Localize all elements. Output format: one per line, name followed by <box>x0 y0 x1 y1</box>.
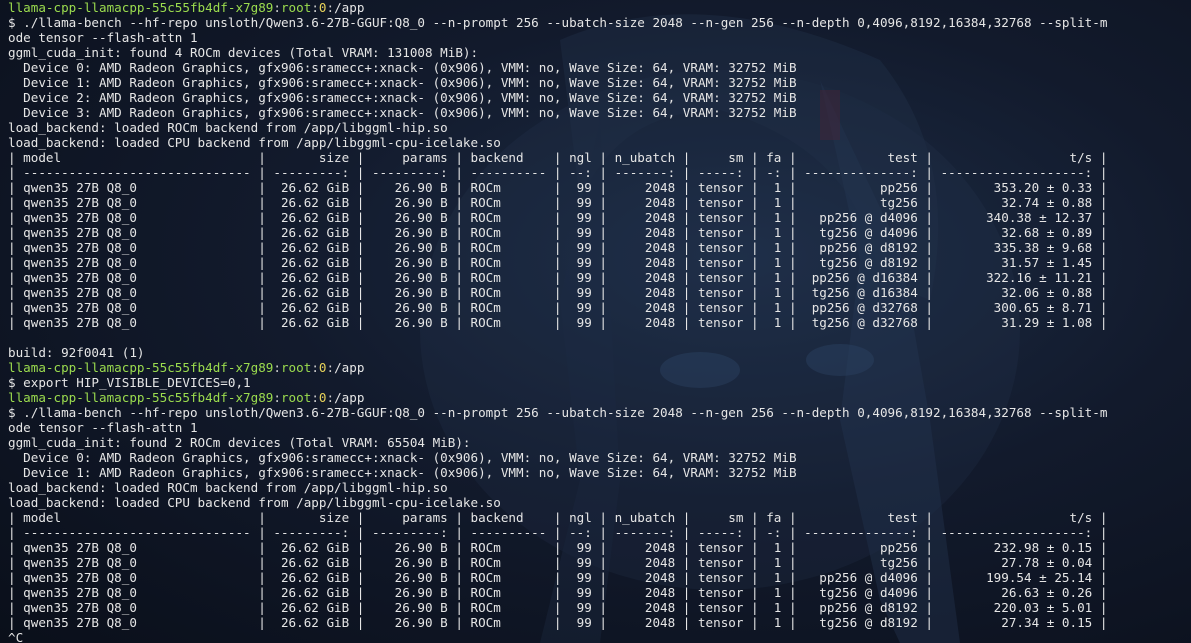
terminal-line: $ ./llama-bench --hf-repo unsloth/Qwen3.… <box>8 405 1108 420</box>
terminal-line: $ ./llama-bench --hf-repo unsloth/Qwen3.… <box>8 15 1108 30</box>
terminal-line: Device 0: AMD Radeon Graphics, gfx906:sr… <box>8 60 797 75</box>
terminal-line: | qwen35 27B Q8_0 | 26.62 GiB | 26.90 B … <box>8 210 1108 225</box>
prompt-separator: : <box>273 390 281 405</box>
terminal-line: | qwen35 27B Q8_0 | 26.62 GiB | 26.90 B … <box>8 270 1108 285</box>
prompt-separator: : <box>326 0 335 15</box>
prompt-separator: : <box>326 390 335 405</box>
terminal-line: | qwen35 27B Q8_0 | 26.62 GiB | 26.90 B … <box>8 585 1108 600</box>
terminal-window[interactable]: llama-cpp-llamacpp-55c55fb4df-x7g89:root… <box>0 0 1191 643</box>
prompt-user: root <box>280 390 312 405</box>
terminal-line: | qwen35 27B Q8_0 | 26.62 GiB | 26.90 B … <box>8 240 1108 255</box>
prompt-path: /app <box>334 390 365 405</box>
prompt-session-number: 0 <box>318 390 327 405</box>
prompt-separator: : <box>326 360 335 375</box>
prompt-session-number: 0 <box>318 360 327 375</box>
terminal-line: Device 1: AMD Radeon Graphics, gfx906:sr… <box>8 75 797 90</box>
prompt-separator: : <box>311 360 319 375</box>
prompt-user: root <box>280 0 312 15</box>
terminal-line: load_backend: loaded CPU backend from /a… <box>8 135 501 150</box>
prompt-path: /app <box>334 360 365 375</box>
terminal-line: Device 0: AMD Radeon Graphics, gfx906:sr… <box>8 450 797 465</box>
terminal-line: | qwen35 27B Q8_0 | 26.62 GiB | 26.90 B … <box>8 195 1108 210</box>
terminal-line: load_backend: loaded ROCm backend from /… <box>8 480 448 495</box>
terminal-line: build: 92f0041 (1) <box>8 345 145 360</box>
terminal-line: Device 1: AMD Radeon Graphics, gfx906:sr… <box>8 465 797 480</box>
prompt-host: llama-cpp-llamacpp-55c55fb4df-x7g89 <box>8 390 274 405</box>
shell-prompt: llama-cpp-llamacpp-55c55fb4df-x7g89:root… <box>8 390 1107 405</box>
prompt-separator: : <box>273 360 281 375</box>
terminal-line: | qwen35 27B Q8_0 | 26.62 GiB | 26.90 B … <box>8 255 1108 270</box>
terminal-line: | qwen35 27B Q8_0 | 26.62 GiB | 26.90 B … <box>8 180 1108 195</box>
prompt-separator: : <box>311 0 319 15</box>
terminal-line: | qwen35 27B Q8_0 | 26.62 GiB | 26.90 B … <box>8 300 1108 315</box>
prompt-path: /app <box>334 0 365 15</box>
terminal-line: | ------------------------------ | -----… <box>8 165 1108 180</box>
terminal-line: | qwen35 27B Q8_0 | 26.62 GiB | 26.90 B … <box>8 540 1108 555</box>
terminal-line: | qwen35 27B Q8_0 | 26.62 GiB | 26.90 B … <box>8 615 1108 630</box>
terminal-line: $ export HIP_VISIBLE_DEVICES=0,1 <box>8 375 251 390</box>
terminal-line: ggml_cuda_init: found 4 ROCm devices (To… <box>8 45 479 60</box>
prompt-session-number: 0 <box>318 0 327 15</box>
shell-prompt: llama-cpp-llamacpp-55c55fb4df-x7g89:root… <box>8 360 1107 375</box>
terminal-line: | qwen35 27B Q8_0 | 26.62 GiB | 26.90 B … <box>8 600 1108 615</box>
terminal-line: | qwen35 27B Q8_0 | 26.62 GiB | 26.90 B … <box>8 570 1108 585</box>
prompt-separator: : <box>311 390 319 405</box>
terminal-line: | model | size | params | backend | ngl … <box>8 510 1108 525</box>
prompt-host: llama-cpp-llamacpp-55c55fb4df-x7g89 <box>8 0 274 15</box>
terminal-line: load_backend: loaded CPU backend from /a… <box>8 495 501 510</box>
terminal-line: load_backend: loaded ROCm backend from /… <box>8 120 448 135</box>
terminal-line: Device 3: AMD Radeon Graphics, gfx906:sr… <box>8 105 797 120</box>
prompt-user: root <box>280 360 312 375</box>
terminal-line: | qwen35 27B Q8_0 | 26.62 GiB | 26.90 B … <box>8 285 1108 300</box>
terminal-line: | qwen35 27B Q8_0 | 26.62 GiB | 26.90 B … <box>8 225 1108 240</box>
terminal-line: | qwen35 27B Q8_0 | 26.62 GiB | 26.90 B … <box>8 555 1108 570</box>
prompt-host: llama-cpp-llamacpp-55c55fb4df-x7g89 <box>8 360 274 375</box>
terminal-line: | qwen35 27B Q8_0 | 26.62 GiB | 26.90 B … <box>8 315 1108 330</box>
terminal-output: llama-cpp-llamacpp-55c55fb4df-x7g89:root… <box>8 0 1107 643</box>
prompt-separator: : <box>273 0 281 15</box>
shell-prompt: llama-cpp-llamacpp-55c55fb4df-x7g89:root… <box>8 0 1107 15</box>
terminal-line: | ------------------------------ | -----… <box>8 525 1108 540</box>
terminal-line: Device 2: AMD Radeon Graphics, gfx906:sr… <box>8 90 797 105</box>
terminal-line: ode tensor --flash-attn 1 <box>8 30 198 45</box>
terminal-line: | model | size | params | backend | ngl … <box>8 150 1108 165</box>
terminal-line: ggml_cuda_init: found 2 ROCm devices (To… <box>8 435 471 450</box>
terminal-line: ^C <box>8 630 24 643</box>
terminal-line: ode tensor --flash-attn 1 <box>8 420 198 435</box>
